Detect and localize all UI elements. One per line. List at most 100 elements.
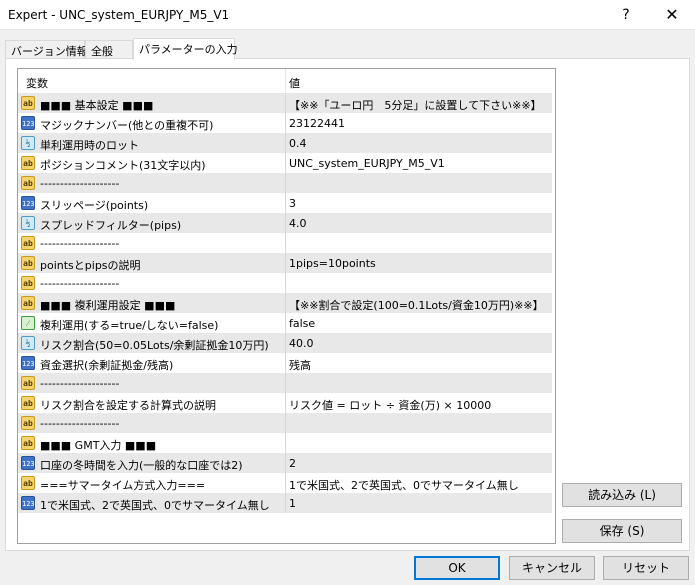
parameter-name: スプレッドフィルター(pips) (40, 219, 182, 232)
parameter-name: 単利運用時のロット (40, 139, 139, 152)
grid-header: 変数 値 (18, 69, 552, 92)
parameter-value[interactable]: 40.0 (289, 337, 314, 350)
parameter-name: リスク割合を設定する計算式の説明 (40, 399, 216, 412)
parameter-value[interactable]: 1で米国式、2で英国式、0でサマータイム無し (289, 477, 519, 493)
row-divider (285, 193, 286, 213)
parameter-name: ===サマータイム方式入力=== (40, 479, 206, 492)
row-divider (285, 233, 286, 253)
column-header-value[interactable]: 値 (289, 75, 300, 91)
parameter-row[interactable]: ab リスク割合を設定する計算式の説明 リスク値 = ロット ÷ 資金(万) × 1… (18, 393, 552, 413)
ok-button[interactable]: OK (414, 556, 500, 580)
parameter-row[interactable]: ab -------------------- (18, 173, 552, 193)
parameter-value[interactable]: 残高 (289, 357, 311, 373)
title-bar: Expert - UNC_system_EURJPY_M5_V1 ? ✕ (0, 0, 695, 30)
row-divider (285, 373, 286, 393)
parameters-panel: 変数 値 ab ■■■ 基本設定 ■■■ 【※※「ユーロ円 5分足」に設置して下さい… (5, 58, 690, 551)
row-divider (285, 473, 286, 493)
string-param-icon: ab (21, 176, 35, 190)
integer-param-icon: 123 (21, 496, 35, 510)
parameter-value[interactable]: 【※※「ユーロ円 5分足」に設置して下さい※※】 (289, 97, 542, 113)
row-divider (285, 93, 286, 113)
parameter-name: -------------------- (40, 417, 120, 430)
parameter-name: 複利運用(する=true/しない=false) (40, 319, 219, 332)
row-divider (285, 253, 286, 273)
double-param-icon: ½ (21, 336, 35, 350)
bool-param-icon: ⁄ (21, 316, 35, 330)
parameter-row[interactable]: 123 口座の冬時間を入力(一般的な口座では2) 2 (18, 453, 552, 473)
parameter-name: -------------------- (40, 377, 120, 390)
cancel-button[interactable]: キャンセル (509, 556, 595, 580)
parameter-rows: ab ■■■ 基本設定 ■■■ 【※※「ユーロ円 5分足」に設置して下さい※※】 12… (18, 93, 552, 513)
row-divider (285, 393, 286, 413)
parameter-name: ■■■ 複利運用設定 ■■■ (40, 299, 176, 312)
parameter-value[interactable]: 1pips=10points (289, 257, 376, 270)
parameter-value[interactable]: 【※※割合で設定(100=0.1Lots/資金10万円)※※】 (289, 297, 544, 313)
parameter-row[interactable]: ab -------------------- (18, 273, 552, 293)
integer-param-icon: 123 (21, 356, 35, 370)
parameter-name: -------------------- (40, 177, 120, 190)
parameter-row[interactable]: ½ スプレッドフィルター(pips) 4.0 (18, 213, 552, 233)
parameter-name: 1で米国式、2で英国式、0でサマータイム無し (40, 499, 270, 512)
parameter-row[interactable]: 123 マジックナンバー(他との重複不可) 23122441 (18, 113, 552, 133)
parameter-value[interactable]: false (289, 317, 315, 330)
parameter-row[interactable]: 123 1で米国式、2で英国式、0でサマータイム無し 1 (18, 493, 552, 513)
tab-input-parameters[interactable]: パラメーターの入力 (133, 38, 238, 60)
parameter-name: pointsとpipsの説明 (40, 259, 141, 272)
integer-param-icon: 123 (21, 456, 35, 470)
row-divider (285, 453, 286, 473)
save-button[interactable]: 保存 (S) (562, 519, 682, 543)
help-button[interactable]: ? (604, 0, 648, 30)
row-divider (285, 293, 286, 313)
parameter-name: ポジションコメント(31文字以内) (40, 159, 206, 172)
parameter-row[interactable]: ab ===サマータイム方式入力=== 1で米国式、2で英国式、0でサマータイム無し (18, 473, 552, 493)
parameter-row[interactable]: ½ リスク割合(50=0.05Lots/余剰証拠金10万円) 40.0 (18, 333, 552, 353)
row-divider (285, 433, 286, 453)
parameter-row[interactable]: ab ■■■ 複利運用設定 ■■■ 【※※割合で設定(100=0.1Lots/資金1… (18, 293, 552, 313)
parameter-row[interactable]: ab -------------------- (18, 413, 552, 433)
load-button[interactable]: 読み込み (L) (562, 483, 682, 507)
parameter-name: ■■■ 基本設定 ■■■ (40, 99, 154, 112)
parameter-value[interactable]: UNC_system_EURJPY_M5_V1 (289, 157, 445, 170)
parameter-name: マジックナンバー(他との重複不可) (40, 119, 214, 132)
parameter-row[interactable]: 123 スリッページ(points) 3 (18, 193, 552, 213)
parameter-row[interactable]: ½ 単利運用時のロット 0.4 (18, 133, 552, 153)
row-divider (285, 153, 286, 173)
row-divider (285, 173, 286, 193)
string-param-icon: ab (21, 476, 35, 490)
parameter-value[interactable]: リスク値 = ロット ÷ 資金(万) × 10000 (289, 397, 491, 413)
reset-button[interactable]: リセット (603, 556, 689, 580)
parameter-value[interactable]: 1 (289, 497, 296, 510)
parameter-row[interactable]: ⁄ 複利運用(する=true/しない=false) false (18, 313, 552, 333)
integer-param-icon: 123 (21, 196, 35, 210)
string-param-icon: ab (21, 376, 35, 390)
parameter-name: -------------------- (40, 237, 120, 250)
parameter-row[interactable]: ab ■■■ GMT入力 ■■■ (18, 433, 552, 453)
parameter-value[interactable]: 3 (289, 197, 296, 210)
row-divider (285, 133, 286, 153)
parameter-name: リスク割合(50=0.05Lots/余剰証拠金10万円) (40, 339, 269, 352)
column-header-variable[interactable]: 変数 (26, 75, 48, 91)
row-divider (285, 413, 286, 433)
parameter-row[interactable]: ab -------------------- (18, 373, 552, 393)
column-divider[interactable] (285, 69, 286, 92)
parameter-row[interactable]: ab ■■■ 基本設定 ■■■ 【※※「ユーロ円 5分足」に設置して下さい※※】 (18, 93, 552, 113)
row-divider (285, 493, 286, 513)
string-param-icon: ab (21, 436, 35, 450)
row-divider (285, 213, 286, 233)
parameter-value[interactable]: 4.0 (289, 217, 307, 230)
tab-general[interactable]: 全般 (85, 40, 133, 59)
parameter-row[interactable]: 123 資金選択(余剰証拠金/残高) 残高 (18, 353, 552, 373)
close-button[interactable]: ✕ (650, 0, 694, 30)
parameter-value[interactable]: 2 (289, 457, 296, 470)
parameter-value[interactable]: 23122441 (289, 117, 345, 130)
string-param-icon: ab (21, 396, 35, 410)
parameter-row[interactable]: ab ポジションコメント(31文字以内) UNC_system_EURJPY_M5_… (18, 153, 552, 173)
window-title: Expert - UNC_system_EURJPY_M5_V1 (8, 8, 230, 22)
parameter-value[interactable]: 0.4 (289, 137, 307, 150)
string-param-icon: ab (21, 236, 35, 250)
parameter-name: ■■■ GMT入力 ■■■ (40, 439, 157, 452)
parameter-row[interactable]: ab pointsとpipsの説明 1pips=10points (18, 253, 552, 273)
parameter-row[interactable]: ab -------------------- (18, 233, 552, 253)
parameters-grid[interactable]: 変数 値 ab ■■■ 基本設定 ■■■ 【※※「ユーロ円 5分足」に設置して下さい… (17, 68, 556, 544)
tab-version-info[interactable]: バージョン情報 (5, 40, 88, 59)
